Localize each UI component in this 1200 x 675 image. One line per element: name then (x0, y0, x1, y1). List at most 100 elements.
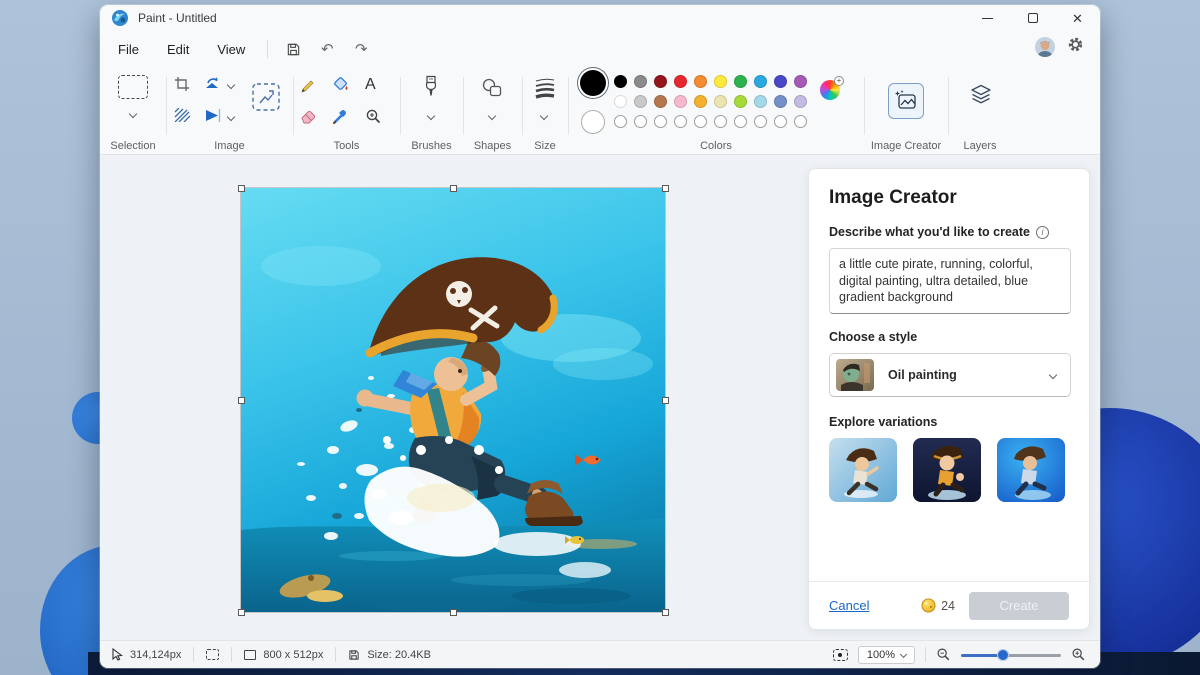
palette-row (614, 95, 807, 108)
redo-button[interactable]: ↷ (344, 36, 378, 62)
foreground-color-swatch[interactable] (580, 70, 606, 96)
image-creator-group-label: Image Creator (870, 140, 942, 152)
prompt-input[interactable]: a little cute pirate, running, colorful,… (829, 248, 1071, 314)
color-swatch[interactable] (734, 75, 747, 88)
image-creator-button[interactable] (888, 83, 924, 119)
style-label: Choose a style (829, 330, 918, 344)
color-swatch[interactable] (714, 115, 727, 128)
canvas-handle-bottom-left[interactable] (238, 609, 245, 616)
zoom-level-dropdown[interactable]: 100% (857, 645, 915, 664)
zoom-out-icon[interactable] (936, 647, 951, 662)
add-color-plus-icon[interactable]: + (834, 76, 844, 86)
transparency-pattern-button[interactable] (174, 108, 190, 122)
color-swatch[interactable] (754, 75, 767, 88)
canvas-handle-top-middle[interactable] (450, 185, 457, 192)
menu-file[interactable]: File (104, 37, 153, 62)
user-avatar[interactable] (1035, 37, 1055, 57)
rotate-button[interactable] (204, 76, 221, 93)
brushes-dropdown-chevron-icon[interactable] (426, 111, 436, 121)
color-swatch[interactable] (654, 115, 667, 128)
style-dropdown[interactable]: Oil painting (829, 353, 1071, 397)
shapes-icon[interactable] (481, 77, 503, 99)
canvas-handle-middle-left[interactable] (238, 397, 245, 404)
color-swatch[interactable] (634, 115, 647, 128)
variations-row (829, 438, 1069, 502)
selection-tool-button[interactable] (118, 75, 148, 99)
color-swatch[interactable] (794, 95, 807, 108)
zoom-slider[interactable] (961, 648, 1061, 661)
color-swatch[interactable] (794, 75, 807, 88)
zoom-slider-thumb[interactable] (997, 648, 1009, 661)
color-swatch[interactable] (614, 75, 627, 88)
color-swatch[interactable] (674, 115, 687, 128)
brush-icon[interactable] (422, 75, 440, 101)
canvas-handle-top-left[interactable] (238, 185, 245, 192)
canvas-size-cell: 800 x 512px (232, 649, 335, 661)
color-swatch[interactable] (754, 95, 767, 108)
shapes-dropdown-chevron-icon[interactable] (487, 111, 497, 121)
canvas-handle-bottom-middle[interactable] (450, 609, 457, 616)
selection-size-icon (206, 649, 220, 660)
color-swatch[interactable] (774, 75, 787, 88)
line-size-icon[interactable] (534, 77, 556, 99)
color-swatch[interactable] (694, 95, 707, 108)
save-button[interactable] (276, 36, 310, 62)
canvas-handle-top-right[interactable] (662, 185, 669, 192)
create-button[interactable]: Create (969, 591, 1069, 620)
text-tool-icon[interactable]: A (365, 76, 376, 94)
menu-view[interactable]: View (203, 37, 259, 62)
pencil-tool-icon[interactable] (299, 76, 316, 93)
color-swatch[interactable] (654, 75, 667, 88)
maximize-button[interactable] (1010, 5, 1055, 31)
ribbon-group-layers: Layers (948, 67, 1012, 155)
rotate-dropdown-chevron-icon[interactable] (226, 80, 236, 90)
color-swatch[interactable] (654, 95, 667, 108)
selection-dropdown-chevron-icon[interactable] (128, 109, 138, 119)
menu-edit[interactable]: Edit (153, 37, 203, 62)
resize-image-button[interactable] (250, 81, 282, 113)
variation-thumbnail-3[interactable] (997, 438, 1065, 502)
eraser-tool-icon[interactable] (299, 108, 316, 124)
layers-icon[interactable] (969, 83, 993, 107)
variation-thumbnail-1[interactable] (829, 438, 897, 502)
color-swatch[interactable] (714, 75, 727, 88)
ribbon-group-tools: A Tools (293, 67, 400, 155)
zoom-in-icon[interactable] (1071, 647, 1086, 662)
color-swatch[interactable] (754, 115, 767, 128)
flip-dropdown-chevron-icon[interactable] (226, 112, 236, 122)
color-swatch[interactable] (674, 75, 687, 88)
color-swatch[interactable] (694, 75, 707, 88)
fill-bucket-tool-icon[interactable] (332, 76, 350, 93)
color-swatch[interactable] (614, 115, 627, 128)
minimize-button[interactable] (965, 5, 1010, 31)
canvas-handle-middle-right[interactable] (662, 397, 669, 404)
canvas-handle-bottom-right[interactable] (662, 609, 669, 616)
background-color-swatch[interactable] (581, 110, 605, 134)
panel-footer: Cancel 24 Create (809, 581, 1089, 629)
cancel-button[interactable]: Cancel (829, 598, 869, 613)
crop-button[interactable] (174, 76, 190, 92)
drawing-canvas[interactable] (240, 187, 666, 613)
undo-button[interactable]: ↶ (310, 36, 344, 62)
variation-thumbnail-2[interactable] (913, 438, 981, 502)
close-button[interactable]: ✕ (1055, 5, 1100, 31)
fit-to-screen-icon[interactable] (832, 648, 848, 661)
settings-gear-icon[interactable] (1067, 36, 1084, 58)
color-swatch[interactable] (694, 115, 707, 128)
color-picker-tool-icon[interactable] (332, 108, 349, 125)
color-swatch[interactable] (614, 95, 627, 108)
info-icon[interactable]: i (1035, 225, 1049, 239)
color-swatch[interactable] (794, 115, 807, 128)
flip-button[interactable] (204, 108, 221, 123)
color-swatch[interactable] (774, 95, 787, 108)
color-swatch[interactable] (774, 115, 787, 128)
color-swatch[interactable] (634, 95, 647, 108)
color-swatch[interactable] (734, 95, 747, 108)
color-swatch[interactable] (674, 95, 687, 108)
magnifier-tool-icon[interactable] (365, 108, 382, 125)
size-dropdown-chevron-icon[interactable] (539, 111, 549, 121)
color-swatch[interactable] (634, 75, 647, 88)
color-swatch[interactable] (734, 115, 747, 128)
color-swatch[interactable] (714, 95, 727, 108)
colors-group-label: Colors (700, 140, 732, 152)
